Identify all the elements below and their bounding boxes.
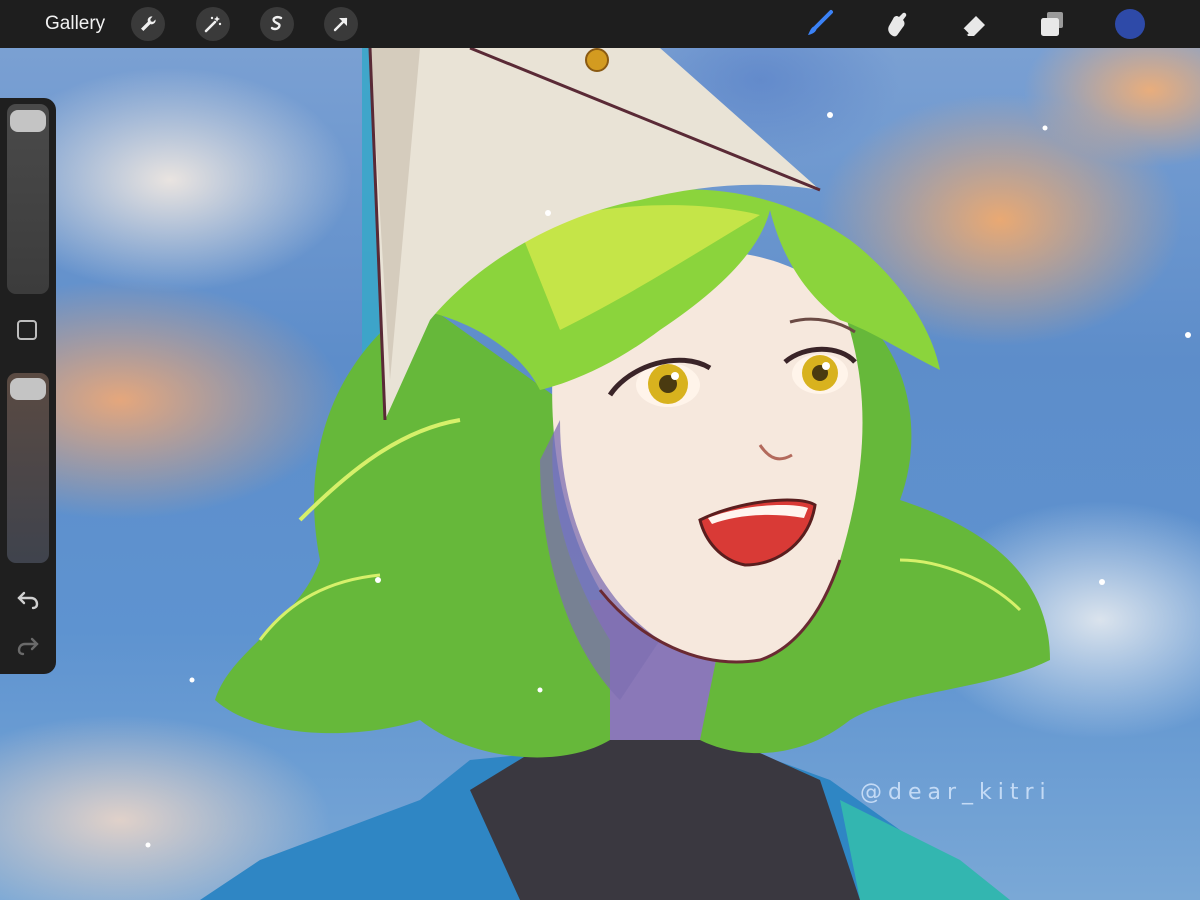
transform-arrow-icon xyxy=(333,17,348,32)
opacity-slider[interactable] xyxy=(7,373,49,563)
undo-icon xyxy=(17,591,39,610)
top-toolbar: Gallery xyxy=(0,0,1200,48)
undo-button[interactable] xyxy=(14,588,42,612)
magic-wand-icon xyxy=(204,16,222,33)
eraser-icon xyxy=(962,16,985,36)
brush-size-handle[interactable] xyxy=(10,110,46,132)
brush-tool-button[interactable] xyxy=(803,8,835,40)
selection-icon xyxy=(270,16,283,31)
side-toolbar xyxy=(0,98,56,674)
gallery-button[interactable]: Gallery xyxy=(45,13,105,35)
brush-size-slider[interactable] xyxy=(7,104,49,294)
eraser-tool-button[interactable] xyxy=(958,8,990,40)
smudge-icon xyxy=(888,12,907,37)
redo-button[interactable] xyxy=(14,634,42,658)
drawing-canvas[interactable]: @dear_kitri xyxy=(0,0,1200,900)
color-picker-button[interactable] xyxy=(1115,9,1145,39)
smudge-tool-button[interactable] xyxy=(880,8,912,40)
actions-wrench-button[interactable] xyxy=(131,7,165,41)
redo-icon xyxy=(17,637,39,656)
selection-button[interactable] xyxy=(260,7,294,41)
wrench-icon xyxy=(141,16,156,31)
layers-button[interactable] xyxy=(1036,8,1068,40)
opacity-handle[interactable] xyxy=(10,378,46,400)
layers-icon xyxy=(1041,12,1063,36)
modify-square-icon[interactable] xyxy=(17,320,37,340)
transform-button[interactable] xyxy=(324,7,358,41)
adjustments-button[interactable] xyxy=(196,7,230,41)
brush-icon xyxy=(808,10,833,35)
artist-watermark: @dear_kitri xyxy=(860,780,1052,805)
artwork xyxy=(145,46,1191,900)
